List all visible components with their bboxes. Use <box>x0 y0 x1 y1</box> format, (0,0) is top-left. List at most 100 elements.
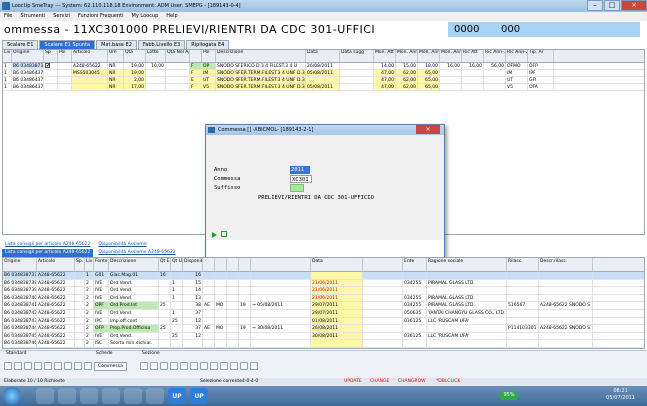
table-row[interactable]: B6 034838742 A248-65622 2 IVE Ord.Vend. 1 37 29… <box>3 310 644 318</box>
col-tip-ar[interactable]: Tip. Ar <box>528 50 554 62</box>
remove-icon[interactable] <box>220 362 228 370</box>
anno-field[interactable]: 2011 <box>290 166 310 174</box>
loocup-icon[interactable]: UP <box>168 388 186 404</box>
col-x5[interactable] <box>251 258 311 271</box>
skype-icon[interactable] <box>124 388 142 404</box>
media-player-icon[interactable] <box>80 388 98 404</box>
col-qt-ent[interactable]: Qt Ent. <box>159 258 171 271</box>
table-row[interactable]: B6 034838737 A248-65622 1 G01 Giac.Mag.01 16 1… <box>3 272 644 280</box>
tab-mat-base-e2[interactable]: Mat.base E2 <box>96 40 137 49</box>
confirm-icon[interactable] <box>221 231 227 237</box>
menu-myloocup[interactable]: My Loocup <box>132 12 159 21</box>
close-icon[interactable]: × <box>621 0 647 11</box>
menu-strumenti[interactable]: Strumenti <box>20 12 45 21</box>
minimize-icon[interactable]: – <box>587 0 603 11</box>
col-liv[interactable]: Liv <box>85 258 94 271</box>
system-clock[interactable]: 08:21 05/07/2011 <box>606 388 635 402</box>
table-row[interactable]: 1 B6 034864373 MSS503045 NR 19,00 F IM S… <box>3 70 644 77</box>
table-row[interactable]: B6 034838743 A248-65622 2 IPC Imp.off.cont 25… <box>3 317 644 326</box>
check-icon[interactable] <box>14 362 22 370</box>
search-icon[interactable] <box>64 362 72 370</box>
col-sp[interactable]: Sp. <box>75 258 85 271</box>
print-icon[interactable] <box>74 362 82 370</box>
tab-scalare-e1-spunta[interactable]: Scalare E1 Spunta <box>39 40 96 49</box>
col-x3[interactable] <box>227 258 239 271</box>
col-ragione-sociale[interactable]: Ragione sociale <box>427 258 507 271</box>
refresh-icon[interactable] <box>34 362 42 370</box>
col-origine[interactable]: Origine <box>3 258 37 271</box>
col-qta[interactable]: Qta <box>124 50 146 62</box>
commessa-field[interactable]: XC301 <box>290 175 312 183</box>
col-mon-att[interactable]: Mon. Att <box>374 50 396 62</box>
tab-lista-consigli[interactable]: Lista consigli per articolo A248-65622 <box>2 241 93 249</box>
col-ric-ann-2[interactable]: Ric Ann-2 <box>506 50 528 62</box>
grid-icon[interactable] <box>150 362 158 370</box>
table-row[interactable]: 1 B6 034838738 ✔ A248-65622 NR 19,00 10,… <box>3 63 644 70</box>
add-icon[interactable] <box>210 362 218 370</box>
col-x1[interactable] <box>203 258 215 271</box>
col-disponib[interactable]: Disponib. <box>183 258 203 271</box>
dialog-close-icon[interactable]: × <box>416 125 440 134</box>
col-data-sugg[interactable]: Data sugg <box>340 50 374 62</box>
col-descrizione[interactable]: Descrizione <box>216 50 306 62</box>
close-doc-icon[interactable] <box>4 362 12 370</box>
col-descr-rilasc[interactable]: Descr.rilasc. <box>539 258 593 271</box>
col-pol2[interactable]: Pol <box>202 50 216 62</box>
table-row[interactable]: B6 034838745 A248-65622 2 IVE Ord.Vend. 25 12 3… <box>3 332 644 341</box>
layout-icon[interactable] <box>140 362 148 370</box>
down-icon[interactable] <box>240 362 248 370</box>
tab-fabb-livello-e3[interactable]: Fabb.Livello E3 <box>137 40 186 49</box>
tab-ripilogata-e4[interactable]: Ripilogata E4 <box>186 40 230 49</box>
export-icon[interactable] <box>190 362 198 370</box>
table-row[interactable]: B6 034838739 A248-65622 2 IVE Ord.Vend. 1 14 21… <box>3 287 644 295</box>
outlook-icon[interactable] <box>146 388 164 404</box>
col-mon-ann-2[interactable]: Mon. Ann-2 <box>440 50 462 62</box>
col-lotto[interactable]: Lotto <box>146 50 166 62</box>
tree-icon[interactable] <box>170 362 178 370</box>
col-x2[interactable] <box>215 258 227 271</box>
col-articolo[interactable]: Articolo <box>37 258 75 271</box>
delete-icon[interactable] <box>54 362 62 370</box>
col-descrizione[interactable]: Descrizione <box>109 258 159 271</box>
subtab-disponibilita-assieme[interactable]: Disponibilità Assieme A248-65622 <box>95 249 178 257</box>
col-ente[interactable]: Ente <box>403 258 427 271</box>
commessa-button[interactable]: Commessa <box>94 362 127 371</box>
table-row[interactable]: B6 034838741 A248-65622 2 OPF Ord.Prod.Int 25… <box>3 302 644 310</box>
table-row[interactable]: 1 B6 034864370 NR 2,00 E UT SNODO SFER.T… <box>3 77 644 84</box>
start-button[interactable] <box>3 387 21 405</box>
filter-icon[interactable] <box>44 362 52 370</box>
col-mon-ann[interactable]: Mon. Ann <box>396 50 418 62</box>
menu-funzioni[interactable]: Funzioni Frequenti <box>78 12 124 21</box>
table-row[interactable]: B6 034838740 A248-65622 2 IVE Ord.Vend. 1 13 21… <box>3 294 644 303</box>
checkbox[interactable]: ✔ <box>44 63 58 69</box>
col-x4[interactable] <box>239 258 251 271</box>
loocup-icon-2[interactable]: UP <box>190 388 208 404</box>
menu-servizi[interactable]: Servizi <box>53 12 70 21</box>
settings-icon[interactable] <box>250 362 258 370</box>
col-ric-ann-1[interactable]: Ric Ann-1 <box>484 50 506 62</box>
help-icon[interactable] <box>84 362 92 370</box>
col-pol[interactable]: Pol <box>58 50 72 62</box>
menu-file[interactable]: File <box>4 12 12 21</box>
maximize-icon[interactable]: □ <box>604 0 620 11</box>
menu-help[interactable]: Help <box>166 12 177 21</box>
col-qta-nel-approv[interactable]: Qtà Nel Approv <box>166 50 190 62</box>
check-icon[interactable]: ✔ <box>45 63 50 69</box>
table-row[interactable]: B6 034838738 A248-65622 2 IVE Ord.Vend. 1 15 21… <box>3 279 644 288</box>
col-qt-usc[interactable]: Qt Usc. <box>171 258 183 271</box>
col-flag[interactable] <box>190 50 202 62</box>
edit-icon[interactable] <box>24 362 32 370</box>
col-rilasc[interactable]: Rilasc. <box>507 258 539 271</box>
col-origine[interactable]: Origine <box>12 50 44 62</box>
col-data[interactable]: Data <box>311 258 363 271</box>
table-row[interactable]: B6 034838746 A248-65622 2 ISC Scorta min.dic… <box>3 340 644 348</box>
ie-icon[interactable] <box>36 388 54 404</box>
col-mon-ann-1[interactable]: Mon. Ann-1 <box>418 50 440 62</box>
list-icon[interactable] <box>180 362 188 370</box>
tab-scalare-e1[interactable]: Scalare E1 <box>2 40 39 49</box>
chart-icon[interactable] <box>160 362 168 370</box>
col-x6[interactable] <box>363 258 403 271</box>
table-row[interactable]: B6 034838744 A248-65622 2 OFP Prop.Prod.Offi… <box>3 325 644 333</box>
col-fonte[interactable]: Fonte <box>94 258 109 271</box>
col-articolo[interactable]: Articolo <box>72 50 108 62</box>
